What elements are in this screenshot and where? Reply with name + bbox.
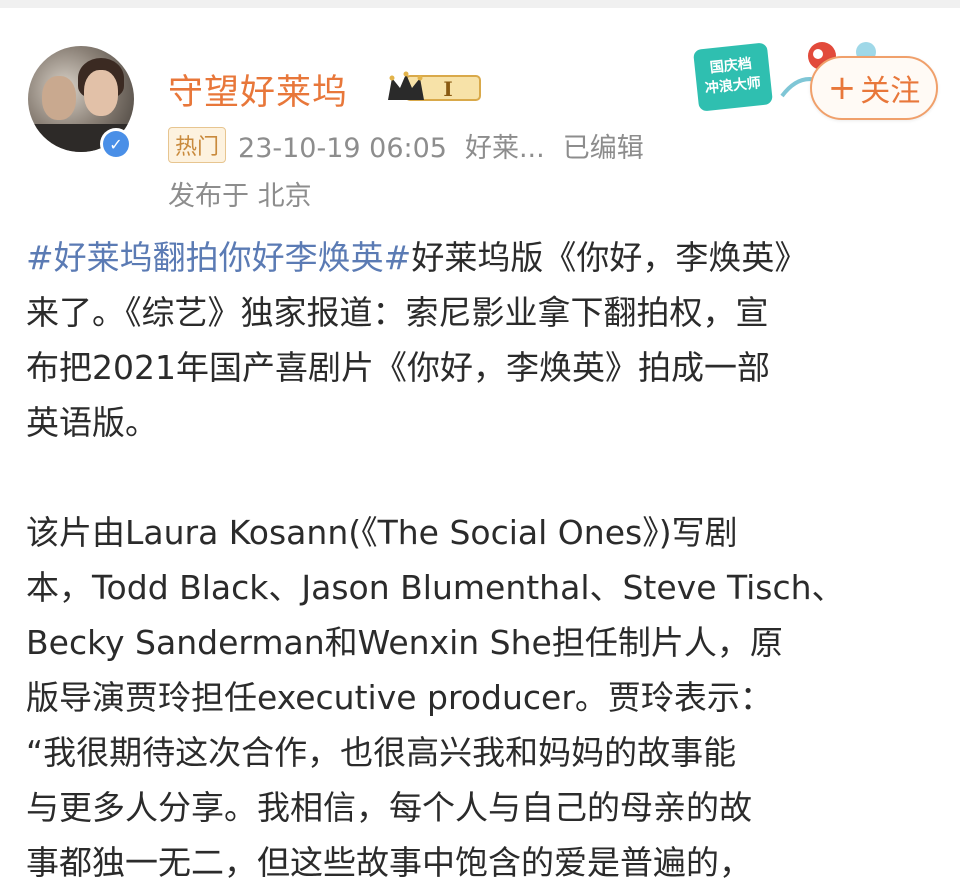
follow-label: 关注: [860, 74, 921, 109]
hashtag-link[interactable]: #好莱坞翻拍你好李焕英#: [26, 238, 411, 277]
edited-label[interactable]: 已编辑: [563, 133, 644, 164]
para2-line-7: 事都独一无二，但这些故事中饱含的爱是普遍的，: [26, 843, 752, 882]
post-header: ✓ 守望好莱坞 I 热门 23-10-19 06:05 好莱... 已编辑 发布于 北…: [0, 14, 960, 212]
post-body: #好莱坞翻拍你好李焕英#好莱坞版《你好，李焕英》 来了。《综艺》独家报道：索尼影…: [26, 230, 942, 890]
para2-line-1: 该片由Laura Kosann(《The Social Ones》)写剧: [26, 513, 738, 552]
follow-button[interactable]: + 关注: [810, 56, 938, 120]
post-source[interactable]: 好莱...: [465, 133, 545, 164]
level-badge-text: I: [443, 77, 452, 101]
para2-line-2: 本，Todd Black、Jason Blumenthal、Steve Tisc…: [26, 568, 845, 607]
para2-line-5: “我很期待这次合作，也很高兴我和妈妈的故事能: [26, 733, 737, 772]
post-meta: 热门 23-10-19 06:05 好莱... 已编辑: [168, 126, 644, 165]
verified-v-icon: ✓: [103, 131, 129, 157]
body-line-2: 来了。《综艺》独家报道：索尼影业拿下翻拍权，宣: [26, 293, 769, 332]
top-divider: [0, 0, 960, 8]
author-name[interactable]: 守望好莱坞: [168, 64, 348, 115]
body-line-1: #好莱坞翻拍你好李焕英#好莱坞版《你好，李焕英》: [26, 230, 942, 285]
level-crown-icon: I: [388, 71, 481, 101]
para2-line-3: Becky Sanderman和Wenxin She担任制片人，原: [26, 623, 783, 662]
verified-badge-icon: ✓: [100, 128, 132, 160]
post-timestamp: 23-10-19 06:05: [238, 133, 447, 164]
body-line-3: 布把2021年国产喜剧片《你好，李焕英》拍成一部: [26, 348, 770, 387]
body-line-4: 英语版。: [26, 403, 158, 442]
plus-icon: +: [827, 68, 857, 108]
para2-line-6: 与更多人分享。我相信，每个人与自己的母亲的故: [26, 788, 752, 827]
body-line-1-text: 好莱坞版《你好，李焕英》: [411, 238, 808, 277]
post-location: 发布于 北京: [168, 181, 312, 212]
hot-tag: 热门: [168, 127, 227, 163]
avatar-face-right: [84, 70, 118, 116]
avatar-face-left: [42, 76, 76, 120]
para2-line-4: 版导演贾玲担任executive producer。贾玲表示：: [26, 678, 773, 717]
